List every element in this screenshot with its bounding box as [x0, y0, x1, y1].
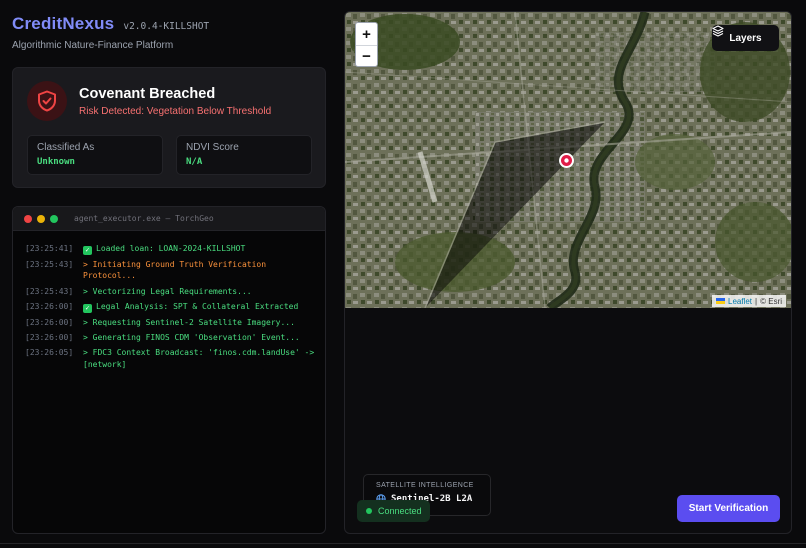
layers-button[interactable]: Layers	[712, 25, 779, 51]
leaflet-link[interactable]: Leaflet	[728, 297, 752, 306]
status-title: Covenant Breached	[79, 86, 216, 102]
connection-label: Connected	[378, 506, 422, 516]
log-timestamp: [23:26:05]	[25, 348, 74, 358]
log-text: > Generating FINOS CDM 'Observation' Eve…	[83, 332, 300, 342]
log-timestamp: [23:26:00]	[25, 332, 74, 342]
brand-row: CreditNexus v2.0.4-KILLSHOT	[12, 14, 209, 34]
esri-attribution: © Esri	[760, 296, 783, 306]
log-text: Loaded loan: LOAN-2024-KILLSHOT	[96, 244, 246, 253]
zoom-control: + −	[355, 22, 378, 67]
bottom-divider	[0, 543, 806, 544]
shield-alert-icon	[27, 81, 67, 121]
metric-label: NDVI Score	[186, 142, 239, 153]
covenant-status-card: Covenant Breached Risk Detected: Vegetat…	[12, 67, 326, 188]
log-line: [23:26:00] > Generating FINOS CDM 'Obser…	[25, 332, 325, 344]
zoom-out-button[interactable]: −	[356, 45, 377, 66]
connection-status: Connected	[357, 500, 430, 522]
log-line: [23:26:05] > FDC3 Context Broadcast: 'fi…	[25, 347, 325, 370]
log-text: > Requesting Sentinel-2 Satellite Imager…	[83, 317, 295, 327]
close-dot-icon	[24, 214, 32, 223]
log-text: Legal Analysis: SPT & Collateral Extract…	[96, 301, 299, 311]
layers-label: Layers	[729, 32, 762, 44]
zoom-in-button[interactable]: +	[356, 23, 377, 45]
log-message: ✓ Loaded loan: LOAN-2024-KILLSHOT	[83, 243, 315, 255]
metric-label: Classified As	[37, 142, 95, 153]
log-line: [23:25:41] ✓ Loaded loan: LOAN-2024-KILLS…	[25, 243, 325, 255]
flag-icon	[716, 298, 725, 304]
start-verification-button[interactable]: Start Verification	[677, 495, 780, 522]
verification-panel: + − Layers Leaflet | © Esri SATELLITE IN…	[344, 11, 792, 534]
classification-metric: Classified As Unknown	[27, 135, 163, 175]
app-header: CreditNexus v2.0.4-KILLSHOT Algorithmic …	[12, 14, 209, 51]
location-marker-icon[interactable]	[558, 152, 575, 169]
version-label: v2.0.4-KILLSHOT	[123, 21, 210, 32]
layers-icon	[712, 25, 724, 37]
log-message: ✓ Legal Analysis: SPT & Collateral Extrac…	[83, 301, 315, 313]
log-line: [23:25:43] > Initiating Ground Truth Ver…	[25, 259, 325, 282]
log-timestamp: [23:26:00]	[25, 301, 74, 311]
log-timestamp: [23:26:00]	[25, 317, 74, 327]
minimize-dot-icon	[37, 214, 45, 223]
satellite-label: SATELLITE INTELLIGENCE	[376, 482, 474, 489]
risk-message: Risk Detected: Vegetation Below Threshol…	[79, 106, 272, 117]
check-icon: ✓	[83, 246, 92, 255]
log-timestamp: [23:25:43]	[25, 259, 74, 269]
log-line: [23:25:43] > Vectorizing Legal Requireme…	[25, 286, 325, 298]
status-dot-icon	[366, 508, 372, 514]
metric-value: Unknown	[37, 157, 75, 167]
maximize-dot-icon	[50, 214, 58, 223]
log-text: > FDC3 Context Broadcast: 'finos.cdm.lan…	[83, 348, 315, 369]
app-subtitle: Algorithmic Nature-Finance Platform	[12, 40, 174, 51]
log-text: > Vectorizing Legal Requirements...	[83, 286, 252, 296]
log-line: [23:26:00] ✓ Legal Analysis: SPT & Collat…	[25, 301, 325, 313]
ndvi-metric: NDVI Score N/A	[176, 135, 312, 175]
app-title: CreditNexus	[12, 14, 115, 33]
terminal-title: agent_executor.exe — TorchGeo	[74, 214, 214, 223]
satellite-map[interactable]: + − Layers Leaflet | © Esri	[345, 12, 791, 308]
terminal-titlebar: agent_executor.exe — TorchGeo	[13, 207, 325, 231]
map-attribution: Leaflet | © Esri	[712, 295, 787, 307]
log-timestamp: [23:25:43]	[25, 286, 74, 296]
check-icon: ✓	[83, 303, 92, 313]
attribution-separator: |	[755, 296, 758, 306]
log-line: [23:26:00] > Requesting Sentinel-2 Satel…	[25, 317, 325, 329]
agent-terminal[interactable]: agent_executor.exe — TorchGeo [23:25:41]…	[12, 206, 326, 534]
log-timestamp: [23:25:41]	[25, 244, 74, 253]
log-text: > Initiating Ground Truth Verification P…	[83, 259, 267, 281]
metric-value: N/A	[186, 157, 203, 167]
log-output: [23:25:41] ✓ Loaded loan: LOAN-2024-KILLS…	[13, 231, 325, 370]
